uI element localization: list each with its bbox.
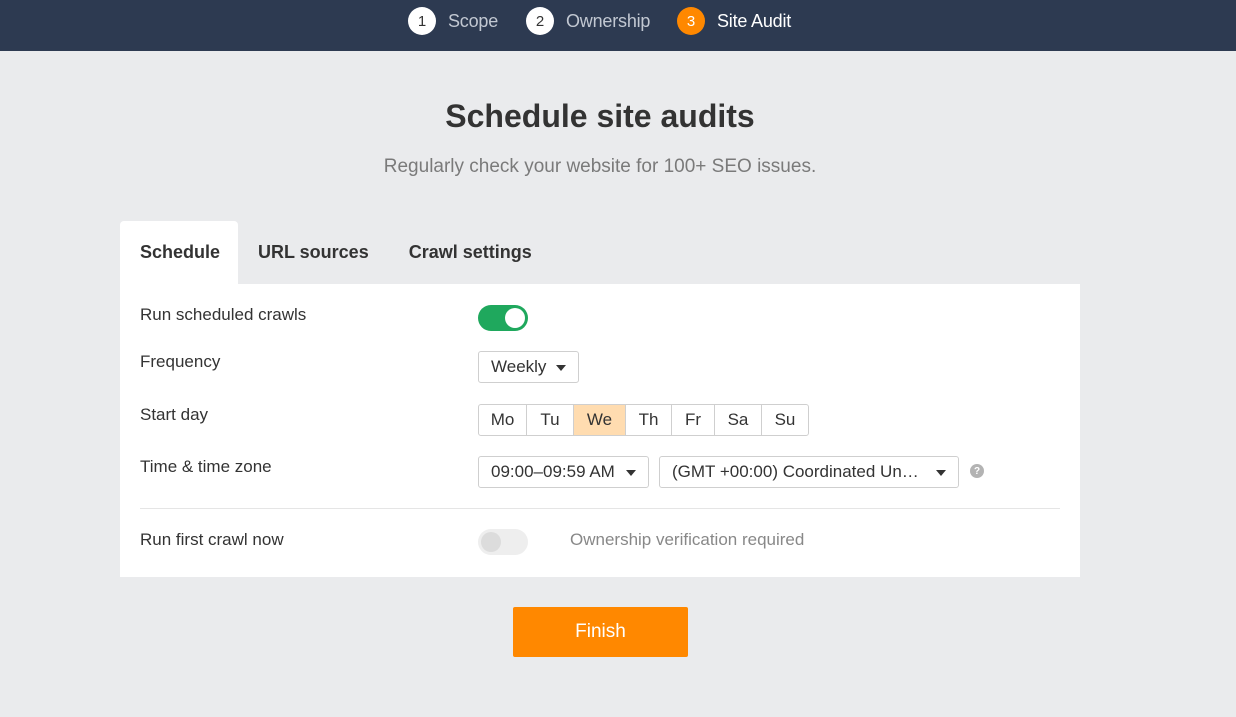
day-button-sa[interactable]: Sa (715, 405, 762, 435)
caret-down-icon (936, 470, 946, 476)
day-button-mo[interactable]: Mo (479, 405, 527, 435)
step-site-audit[interactable]: 3 Site Audit (677, 7, 791, 35)
day-button-fr[interactable]: Fr (672, 405, 715, 435)
timezone-value: (GMT +00:00) Coordinated Un… (672, 462, 919, 481)
tab-crawl-settings[interactable]: Crawl settings (389, 221, 552, 284)
settings-tabs: Schedule URL sources Crawl settings (120, 221, 552, 284)
day-button-su[interactable]: Su (762, 405, 808, 435)
step-ownership[interactable]: 2 Ownership (526, 7, 650, 35)
tab-schedule[interactable]: Schedule (120, 221, 238, 284)
finish-button[interactable]: Finish (513, 607, 688, 657)
run-first-crawl-label: Run first crawl now (140, 530, 284, 549)
wizard-stepper: 1 Scope 2 Ownership 3 Site Audit (0, 0, 1236, 51)
page-title: Schedule site audits (445, 98, 755, 134)
frequency-label: Frequency (140, 352, 221, 371)
tab-url-sources[interactable]: URL sources (238, 221, 389, 284)
caret-down-icon (626, 470, 636, 476)
day-button-th[interactable]: Th (626, 405, 672, 435)
timezone-select[interactable]: (GMT +00:00) Coordinated Un… (659, 456, 959, 488)
caret-down-icon (556, 365, 566, 371)
time-select[interactable]: 09:00–09:59 AM (478, 456, 649, 488)
time-zone-label: Time & time zone (140, 457, 272, 476)
toggle-knob (481, 532, 501, 552)
step-label: Ownership (566, 10, 651, 31)
step-label: Scope (448, 10, 499, 31)
toggle-knob (505, 308, 525, 328)
step-number: 1 (408, 7, 436, 35)
help-icon[interactable]: ? (970, 464, 984, 478)
start-day-label: Start day (140, 405, 209, 424)
divider (140, 508, 1060, 509)
step-scope[interactable]: 1 Scope (408, 7, 498, 35)
frequency-select[interactable]: Weekly (478, 351, 579, 383)
ownership-note: Ownership verification required (570, 530, 805, 549)
step-number: 2 (526, 7, 554, 35)
schedule-panel: Run scheduled crawls Frequency Weekly St… (120, 284, 1080, 577)
run-scheduled-crawls-label: Run scheduled crawls (140, 305, 307, 324)
step-label: Site Audit (717, 10, 792, 31)
run-scheduled-crawls-toggle[interactable] (478, 305, 528, 331)
day-button-tu[interactable]: Tu (527, 405, 574, 435)
step-number: 3 (677, 7, 705, 35)
page-subtitle: Regularly check your website for 100+ SE… (383, 156, 817, 177)
start-day-picker: Mo Tu We Th Fr Sa Su (478, 404, 809, 436)
frequency-value: Weekly (491, 357, 547, 376)
day-button-we[interactable]: We (574, 405, 626, 435)
time-value: 09:00–09:59 AM (491, 462, 615, 481)
run-first-crawl-toggle[interactable] (478, 529, 528, 555)
